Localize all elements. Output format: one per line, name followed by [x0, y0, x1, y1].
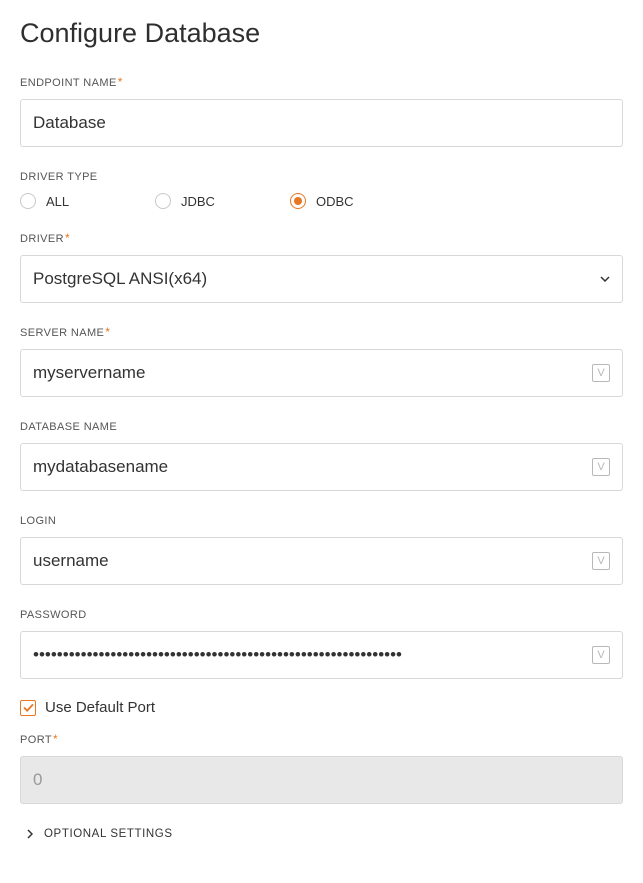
port-label: PORT — [20, 734, 52, 746]
radio-label: ALL — [46, 194, 69, 209]
login-label: LOGIN — [20, 515, 56, 527]
port-input — [33, 757, 610, 803]
use-default-port-label: Use Default Port — [45, 699, 155, 716]
required-star-icon: * — [53, 732, 58, 746]
radio-option-all[interactable]: ALL — [20, 193, 155, 209]
database-name-group: DATABASE NAME V — [20, 417, 623, 491]
driver-type-group: DRIVER TYPE ALL JDBC ODBC — [20, 167, 623, 209]
optional-settings-label: OPTIONAL SETTINGS — [44, 828, 173, 840]
server-name-group: SERVER NAME* V — [20, 323, 623, 397]
endpoint-name-input[interactable] — [33, 100, 610, 146]
server-name-input-wrapper[interactable]: V — [20, 349, 623, 397]
variable-icon[interactable]: V — [592, 458, 610, 476]
port-group: PORT* — [20, 730, 623, 804]
database-name-input-wrapper[interactable]: V — [20, 443, 623, 491]
variable-icon[interactable]: V — [592, 646, 610, 664]
variable-icon[interactable]: V — [592, 364, 610, 382]
optional-settings-toggle[interactable]: OPTIONAL SETTINGS — [20, 824, 623, 844]
login-input[interactable] — [33, 538, 584, 584]
server-name-label: SERVER NAME — [20, 327, 104, 339]
radio-option-odbc[interactable]: ODBC — [290, 193, 425, 209]
endpoint-name-label: ENDPOINT NAME — [20, 77, 117, 89]
radio-label: JDBC — [181, 194, 215, 209]
login-group: LOGIN V — [20, 511, 623, 585]
variable-icon[interactable]: V — [592, 552, 610, 570]
chevron-down-icon — [600, 274, 610, 284]
driver-group: DRIVER* PostgreSQL ANSI(x64) — [20, 229, 623, 303]
password-group: PASSWORD V — [20, 605, 623, 679]
driver-type-radio-row: ALL JDBC ODBC — [20, 193, 623, 209]
driver-label: DRIVER — [20, 233, 64, 245]
password-label: PASSWORD — [20, 609, 87, 621]
radio-circle-icon — [155, 193, 171, 209]
driver-type-label: DRIVER TYPE — [20, 171, 98, 183]
required-star-icon: * — [118, 75, 123, 89]
port-input-wrapper — [20, 756, 623, 804]
radio-option-jdbc[interactable]: JDBC — [155, 193, 290, 209]
required-star-icon: * — [105, 325, 110, 339]
database-name-label: DATABASE NAME — [20, 421, 117, 433]
chevron-right-icon — [26, 830, 34, 838]
checkbox-box-icon — [20, 700, 36, 716]
endpoint-name-input-wrapper[interactable] — [20, 99, 623, 147]
password-input[interactable] — [33, 632, 584, 678]
radio-circle-icon — [290, 193, 306, 209]
page-title: Configure Database — [20, 18, 623, 49]
server-name-input[interactable] — [33, 350, 584, 396]
password-input-wrapper[interactable]: V — [20, 631, 623, 679]
use-default-port-checkbox[interactable]: Use Default Port — [20, 699, 623, 716]
driver-select[interactable]: PostgreSQL ANSI(x64) — [20, 255, 623, 303]
required-star-icon: * — [65, 231, 70, 245]
database-name-input[interactable] — [33, 444, 584, 490]
driver-select-value: PostgreSQL ANSI(x64) — [33, 269, 600, 289]
login-input-wrapper[interactable]: V — [20, 537, 623, 585]
endpoint-name-group: ENDPOINT NAME* — [20, 73, 623, 147]
radio-label: ODBC — [316, 194, 354, 209]
radio-circle-icon — [20, 193, 36, 209]
